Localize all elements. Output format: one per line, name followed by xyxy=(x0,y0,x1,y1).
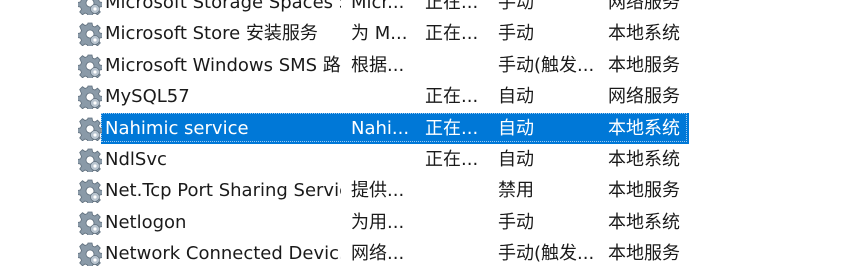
service-description: 根据... xyxy=(351,54,405,76)
service-status: 正在... xyxy=(425,117,479,139)
service-name: Network Connected Devic... xyxy=(105,243,341,265)
service-row[interactable]: Microsoft Storage Spaces S... Micr... 正在..… xyxy=(0,0,862,18)
service-description: 为用... xyxy=(351,211,405,233)
service-gear-icon xyxy=(78,207,102,238)
service-logon-as: 网络服务 xyxy=(608,86,680,108)
service-name: NdlSvc xyxy=(105,148,167,170)
service-row[interactable]: MySQL57 正在... 自动 网络服务 xyxy=(0,81,862,112)
service-logon-as: 本地服务 xyxy=(608,180,680,202)
service-gear-icon xyxy=(78,81,102,112)
service-gear-icon xyxy=(78,50,102,81)
service-startup-type: 禁用 xyxy=(498,180,534,202)
service-status: 正在... xyxy=(425,86,479,108)
service-logon-as: 本地系统 xyxy=(608,148,680,170)
service-description: 为 M... xyxy=(351,23,408,45)
service-row[interactable]: Net.Tcp Port Sharing Service 提供... 禁用 本地服务 xyxy=(0,175,862,206)
service-description: 网络... xyxy=(351,243,405,265)
service-gear-icon xyxy=(78,175,102,206)
service-name: Net.Tcp Port Sharing Service xyxy=(105,180,341,202)
service-name: Microsoft Store 安装服务 xyxy=(105,23,318,45)
service-logon-as: 本地系统 xyxy=(608,211,680,233)
service-status: 正在... xyxy=(425,0,479,13)
service-startup-type: 手动 xyxy=(498,23,534,45)
service-row[interactable]: Microsoft Windows SMS 路... 根据... 手动(触发... 本… xyxy=(0,50,862,81)
service-gear-icon xyxy=(78,0,102,18)
service-gear-icon xyxy=(78,238,102,269)
service-status xyxy=(425,238,489,269)
service-status xyxy=(425,207,489,238)
service-startup-type: 自动 xyxy=(498,86,534,108)
service-gear-icon xyxy=(78,113,102,144)
service-status xyxy=(425,50,489,81)
service-name: Netlogon xyxy=(105,211,187,233)
service-startup-type: 自动 xyxy=(498,117,534,139)
service-description: 提供... xyxy=(351,180,405,202)
service-name: MySQL57 xyxy=(105,86,190,108)
service-logon-as: 网络服务 xyxy=(608,0,680,13)
service-name: Microsoft Storage Spaces S... xyxy=(105,0,341,13)
service-logon-as: 本地服务 xyxy=(608,54,680,76)
service-logon-as: 本地服务 xyxy=(608,243,680,265)
service-logon-as: 本地系统 xyxy=(608,117,680,139)
service-gear-icon xyxy=(78,18,102,49)
service-name: Microsoft Windows SMS 路... xyxy=(105,54,341,76)
service-startup-type: 手动(触发... xyxy=(498,243,595,265)
service-description xyxy=(351,144,415,175)
service-description: Micr... xyxy=(351,0,405,13)
service-row[interactable]: Netlogon 为用... 手动 本地系统 xyxy=(0,207,862,238)
service-status xyxy=(425,175,489,206)
service-startup-type: 手动(触发... xyxy=(498,54,595,76)
service-name: Nahimic service xyxy=(105,117,249,139)
service-logon-as: 本地系统 xyxy=(608,23,680,45)
service-description: Nahi... xyxy=(351,117,410,139)
service-row[interactable]: Nahimic service Nahi... 正在... 自动 本地系统 xyxy=(0,112,862,144)
service-startup-type: 手动 xyxy=(498,211,534,233)
services-list: Microsoft Storage Spaces S... Micr... 正在..… xyxy=(0,0,862,270)
service-status: 正在... xyxy=(425,148,479,170)
service-row[interactable]: Microsoft Store 安装服务 为 M... 正在... 手动 本地系统 xyxy=(0,18,862,49)
service-description xyxy=(351,81,415,112)
service-status: 正在... xyxy=(425,23,479,45)
service-startup-type: 手动 xyxy=(498,0,534,13)
service-gear-icon xyxy=(78,144,102,175)
service-row[interactable]: Network Connected Devic... 网络... 手动(触发... 本… xyxy=(0,238,862,269)
service-row[interactable]: NdlSvc 正在... 自动 本地系统 xyxy=(0,144,862,175)
service-startup-type: 自动 xyxy=(498,148,534,170)
